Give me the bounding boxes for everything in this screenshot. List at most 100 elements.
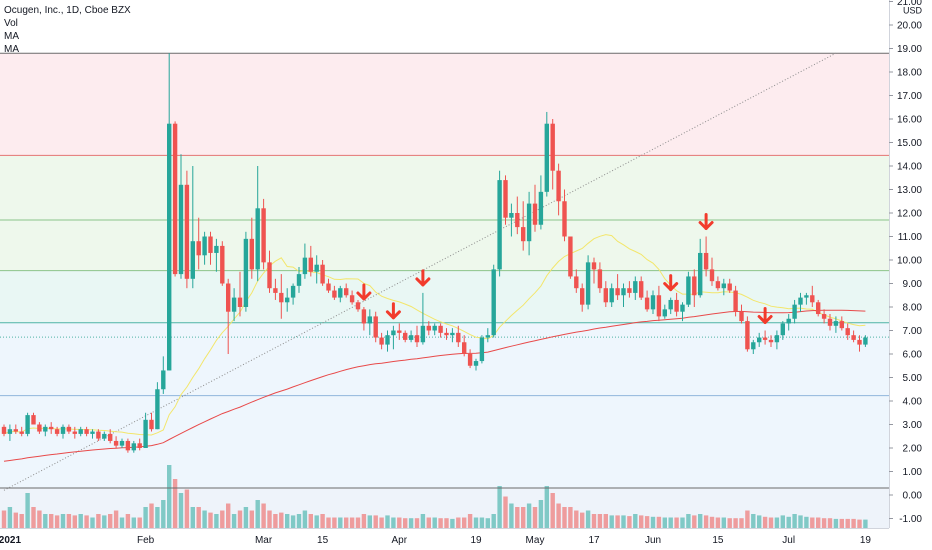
candle [745,316,750,352]
candle-body [692,276,697,296]
candle-body [249,238,254,270]
candle-body [84,429,89,434]
candle-body [739,311,744,322]
price-tick-label: 10.00 [897,256,922,267]
zone-3 [0,322,889,488]
time-tick-label: Apr [392,535,408,546]
candle-body [615,288,620,296]
legend-ma-2[interactable]: MA [4,43,131,56]
candle-body [96,431,101,439]
price-tick-label: 13.00 [897,185,922,196]
volume-bar [727,518,732,528]
volume-bar [780,515,785,528]
candle-body [462,342,467,354]
candle-body [727,283,732,291]
volume-bar [332,517,337,528]
volume-bar [585,510,591,528]
candle-body [66,426,72,432]
candle [220,241,225,286]
price-tick-label: 16.00 [897,115,922,126]
volume-bar [792,514,797,528]
volume-bar [650,516,656,528]
candle-body [816,302,821,315]
legend-ma-1[interactable]: MA [4,30,131,43]
volume-bar [633,514,638,528]
candle-body [833,321,839,326]
volume-bar [574,510,579,528]
candle-body [78,429,83,434]
candle-body [863,337,868,345]
candle-body [479,337,485,362]
candle-body [426,325,431,331]
volume-bar [538,500,544,528]
volume-bar [125,514,131,528]
price-tick-label: 15.00 [897,138,922,149]
volume-bar [709,516,715,528]
legend-vol[interactable]: Vol [4,17,131,30]
volume-bar [143,507,148,528]
candle-body [473,361,479,366]
price-tick-label: 4.00 [903,397,923,408]
candle-body [768,339,774,343]
legend: Ocugen, Inc., 1D, Cboe BZX Vol MA MA [4,4,131,56]
volume-bar [597,514,603,528]
candle-body [792,304,797,319]
candle-body [149,419,154,430]
candle-body [432,325,437,331]
volume-bar [739,518,744,528]
volume-bar [1,510,7,528]
volume-bar [167,465,172,528]
volume-bar [391,517,396,528]
volume-bar [609,515,614,528]
volume-bar [798,515,803,528]
candle-body [680,304,685,312]
volume-bar [550,493,555,528]
candle-body [326,283,331,291]
candle-body [503,180,508,218]
candle-body [1,426,7,434]
volume-bar [7,507,13,528]
candle-body [296,274,302,286]
volume-bar [762,516,768,528]
candle-body [344,288,349,296]
candle-body [745,321,750,350]
candle-body [243,238,249,307]
candle-body [774,335,780,343]
candle-body [231,297,237,312]
candle-body [585,262,591,305]
candle-body [709,269,715,282]
candle-body [515,213,520,228]
volume-bar [273,514,278,528]
candle-body [721,283,726,289]
candle-body [279,292,284,303]
chart-title[interactable]: Ocugen, Inc., 1D, Cboe BZX [4,4,131,17]
volume-bar [326,517,331,528]
volume-bar [509,503,514,528]
volume-bar [49,514,54,528]
candle-body [662,309,667,317]
candle-body [108,433,113,441]
volume-bar [131,517,136,528]
candle [25,412,30,437]
candle-body [361,309,367,324]
candle-body [102,433,107,439]
price-tick-label: 20.00 [897,21,922,32]
volume-bar [373,515,378,528]
candle-body [261,208,266,263]
volume-bar [721,517,726,528]
volume-bar [656,516,662,528]
candle-body [338,288,343,298]
candle-body [633,281,638,293]
candle-body [190,241,195,279]
time-axis[interactable]: 2021 Feb Mar 15 Apr 19 May 17 Jun 15 Jul 19 [0,528,932,550]
price-axis[interactable]: 21.0020.0019.0018.0017.0016.0015.0014.00… [889,0,932,550]
volume-bar [214,514,219,528]
chart: 21.00 20.00 19.00 18.00 17.00 16.00 15.00 14.00… [0,0,932,550]
candle-body [751,342,756,350]
candle-body [627,288,632,293]
candle-body [137,443,142,448]
candle-body [90,431,95,434]
volume-bar [231,514,237,528]
candle-body [438,325,443,333]
volume-bar [267,510,272,528]
